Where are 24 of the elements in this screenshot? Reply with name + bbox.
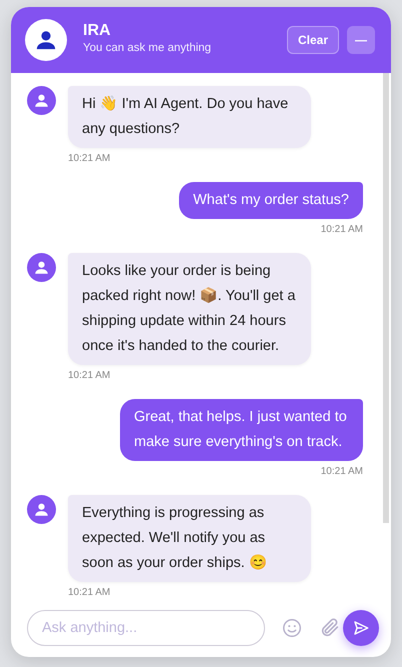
agent-subtitle: You can ask me anything <box>83 41 212 56</box>
send-button[interactable] <box>343 610 379 646</box>
message-time: 10:21 AM <box>68 152 112 166</box>
message-time: 10:21 AM <box>320 223 363 237</box>
send-icon <box>353 620 369 636</box>
bot-message: Hi 👋 I'm AI Agent. Do you have any questions? <box>68 86 311 148</box>
scrollbar[interactable] <box>383 73 389 523</box>
bot-avatar-icon <box>27 495 56 524</box>
bot-avatar-icon <box>27 253 56 282</box>
message-time: 10:21 AM <box>68 369 112 383</box>
message-time: 10:21 AM <box>320 465 363 479</box>
attachment-icon[interactable] <box>319 617 341 639</box>
message-input[interactable]: Ask anything... <box>27 610 265 646</box>
user-message: Great, that helps. I just wanted to make sure everything's on track. <box>120 399 363 461</box>
minimize-button[interactable]: — <box>347 26 375 54</box>
avatar-icon <box>25 19 67 61</box>
clear-button[interactable]: Clear <box>286 26 339 54</box>
agent-name: IRA <box>83 22 112 40</box>
user-message: What's my order status? <box>179 182 363 219</box>
message-time: 10:21 AM <box>68 586 112 599</box>
bot-message: Everything is progressing as expected. We'll notify you as soon as your order ships. 😊 <box>68 495 311 582</box>
bot-message: Looks like your order is being packed right now! 📦. You'll get a shipping update within 24 hours once it's handed to the courier. <box>68 253 311 365</box>
bot-avatar-icon <box>27 86 56 115</box>
emoji-icon[interactable] <box>281 617 303 639</box>
